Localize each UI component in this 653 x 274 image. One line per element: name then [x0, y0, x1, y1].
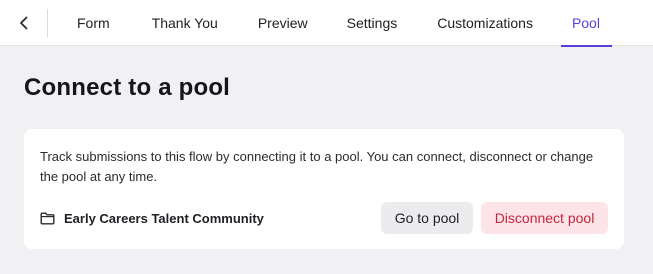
- tab-list: Form Thank You Preview Settings Customiz…: [48, 0, 613, 47]
- tab-thank-you[interactable]: Thank You: [152, 0, 218, 46]
- pool-description: Track submissions to this flow by connec…: [40, 149, 594, 184]
- nav-divider: [47, 9, 48, 37]
- tab-customizations[interactable]: Customizations: [437, 0, 533, 46]
- pool-connection-card: Track submissions to this flow by connec…: [24, 129, 624, 249]
- tab-preview[interactable]: Preview: [258, 0, 308, 46]
- folder-icon: [40, 212, 55, 225]
- go-to-pool-button[interactable]: Go to pool: [381, 202, 473, 234]
- chevron-left-icon: [20, 16, 28, 30]
- pool-name: Early Careers Talent Community: [64, 210, 264, 226]
- disconnect-pool-button[interactable]: Disconnect pool: [481, 202, 608, 234]
- back-button[interactable]: [0, 0, 48, 46]
- tab-settings[interactable]: Settings: [347, 0, 398, 46]
- connected-pool-row: Early Careers Talent Community Go to poo…: [40, 202, 608, 234]
- tab-form[interactable]: Form: [77, 0, 110, 46]
- tab-pool[interactable]: Pool: [560, 0, 613, 47]
- pool-actions: Go to pool Disconnect pool: [381, 202, 608, 234]
- top-navigation-bar: Form Thank You Preview Settings Customiz…: [0, 0, 653, 47]
- page-title: Connect to a pool: [24, 74, 231, 101]
